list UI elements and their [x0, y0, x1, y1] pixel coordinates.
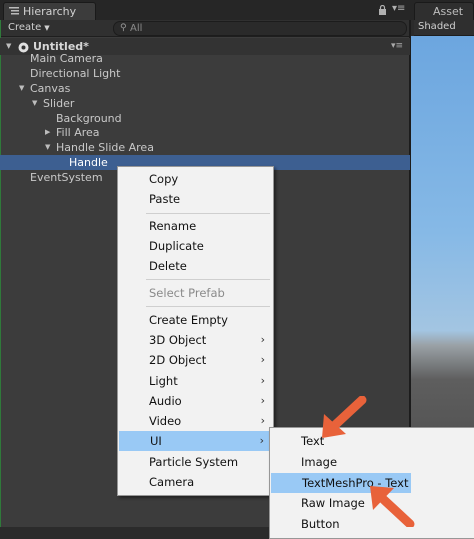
menu-item-label: Paste [149, 192, 181, 206]
menu-item-rename[interactable]: Rename [118, 216, 273, 236]
search-icon: ⚲ [120, 23, 127, 33]
arrow-annotation-textmeshpro [370, 486, 415, 527]
menu-item-copy[interactable]: Copy [118, 169, 273, 189]
chevron-down-icon: ▼ [44, 24, 50, 32]
menu-item-duplicate[interactable]: Duplicate [118, 236, 273, 256]
menu-item-audio[interactable]: Audio › [118, 391, 273, 411]
tree-item[interactable]: Main Camera [0, 51, 410, 66]
tree-item[interactable]: ▼ Slider [0, 96, 410, 111]
menu-item-delete[interactable]: Delete [118, 256, 273, 276]
chevron-right-icon: › [260, 374, 265, 387]
expand-triangle-icon[interactable]: ▼ [32, 96, 37, 111]
tree-item[interactable]: Background [0, 111, 410, 126]
collapse-triangle-icon[interactable]: ▶ [45, 125, 50, 140]
tree-item-label: Handle Slide Area [56, 141, 154, 154]
create-label: Create [8, 22, 42, 33]
create-dropdown[interactable]: Create ▼ [8, 21, 50, 35]
menu-item-light[interactable]: Light › [118, 371, 273, 391]
menu-item-3d-object[interactable]: 3D Object › [118, 330, 273, 350]
menu-item-select-prefab: Select Prefab [118, 283, 273, 303]
tree-item-label: Canvas [30, 82, 71, 95]
search-placeholder: All [130, 23, 143, 34]
menu-item-label: 2D Object [149, 353, 207, 367]
chevron-right-icon: › [260, 333, 265, 346]
menu-item-video[interactable]: Video › [118, 411, 273, 431]
tree-item[interactable]: ▶ Fill Area [0, 125, 410, 140]
tree-item-label: Fill Area [56, 126, 100, 139]
menu-item-label: Particle System [149, 455, 239, 469]
menu-item-label: 3D Object [149, 333, 207, 347]
menu-item-label: Duplicate [149, 239, 204, 253]
menu-item-label: Audio [149, 394, 182, 408]
context-menu: Copy Paste Rename Duplicate Delete Selec… [117, 166, 274, 496]
menu-item-particle-system[interactable]: Particle System [118, 452, 273, 472]
menu-item-label: UI [150, 434, 162, 448]
menu-item-label: Copy [149, 172, 179, 186]
search-field[interactable]: ⚲ All [113, 21, 407, 36]
menu-item-label: Camera [149, 475, 195, 489]
menu-item-label: Select Prefab [149, 286, 225, 300]
expand-triangle-icon[interactable]: ▼ [45, 140, 50, 155]
menu-separator [146, 279, 270, 280]
menu-separator [146, 306, 270, 307]
menu-item-label: Raw Image [301, 496, 365, 510]
chevron-right-icon: › [260, 353, 265, 366]
menu-item-label: Delete [149, 259, 187, 273]
menu-item-label: Light [149, 374, 178, 388]
menu-item-label: Video [149, 414, 182, 428]
menu-item-ui[interactable]: UI › [119, 431, 272, 451]
tree-item-label: Handle [69, 156, 108, 169]
shading-mode-dropdown[interactable]: Shaded [418, 21, 456, 32]
tree-item-label: Background [56, 112, 122, 125]
tree-item-label: Directional Light [30, 67, 121, 80]
expand-triangle-icon[interactable]: ▼ [19, 81, 24, 96]
menu-separator [146, 213, 270, 214]
tab-hierarchy[interactable]: Hierarchy [3, 2, 96, 20]
tab-hierarchy-label: Hierarchy [23, 5, 77, 18]
hierarchy-list-icon [9, 7, 19, 15]
menu-item-label: Rename [149, 219, 197, 233]
tree-item[interactable]: ▼ Canvas [0, 81, 410, 96]
menu-item-label: Create Empty [149, 313, 228, 327]
tree-item-label: Main Camera [30, 52, 103, 65]
menu-item-label: Button [301, 517, 340, 531]
submenu-item-text[interactable]: Text [270, 431, 474, 451]
chevron-right-icon: › [259, 434, 264, 447]
tree-item-label: EventSystem [30, 171, 103, 184]
panel-menu-icon[interactable]: ▾≡ [392, 3, 405, 14]
submenu-item-image[interactable]: Image [270, 452, 474, 472]
menu-item-camera[interactable]: Camera [118, 472, 273, 492]
chevron-right-icon: › [260, 414, 265, 427]
lock-icon[interactable] [378, 4, 388, 15]
arrow-annotation-text [322, 396, 367, 438]
tree-item-label: Slider [43, 97, 75, 110]
tab-asset-store[interactable]: Asset S [414, 2, 474, 35]
menu-item-paste[interactable]: Paste [118, 189, 273, 209]
menu-item-create-empty[interactable]: Create Empty [118, 310, 273, 330]
chevron-right-icon: › [260, 394, 265, 407]
tree-item[interactable]: ▼ Handle Slide Area [0, 140, 410, 155]
menu-item-2d-object[interactable]: 2D Object › [118, 350, 273, 370]
tree-item[interactable]: Directional Light [0, 66, 410, 81]
menu-item-label: Image [301, 455, 338, 469]
